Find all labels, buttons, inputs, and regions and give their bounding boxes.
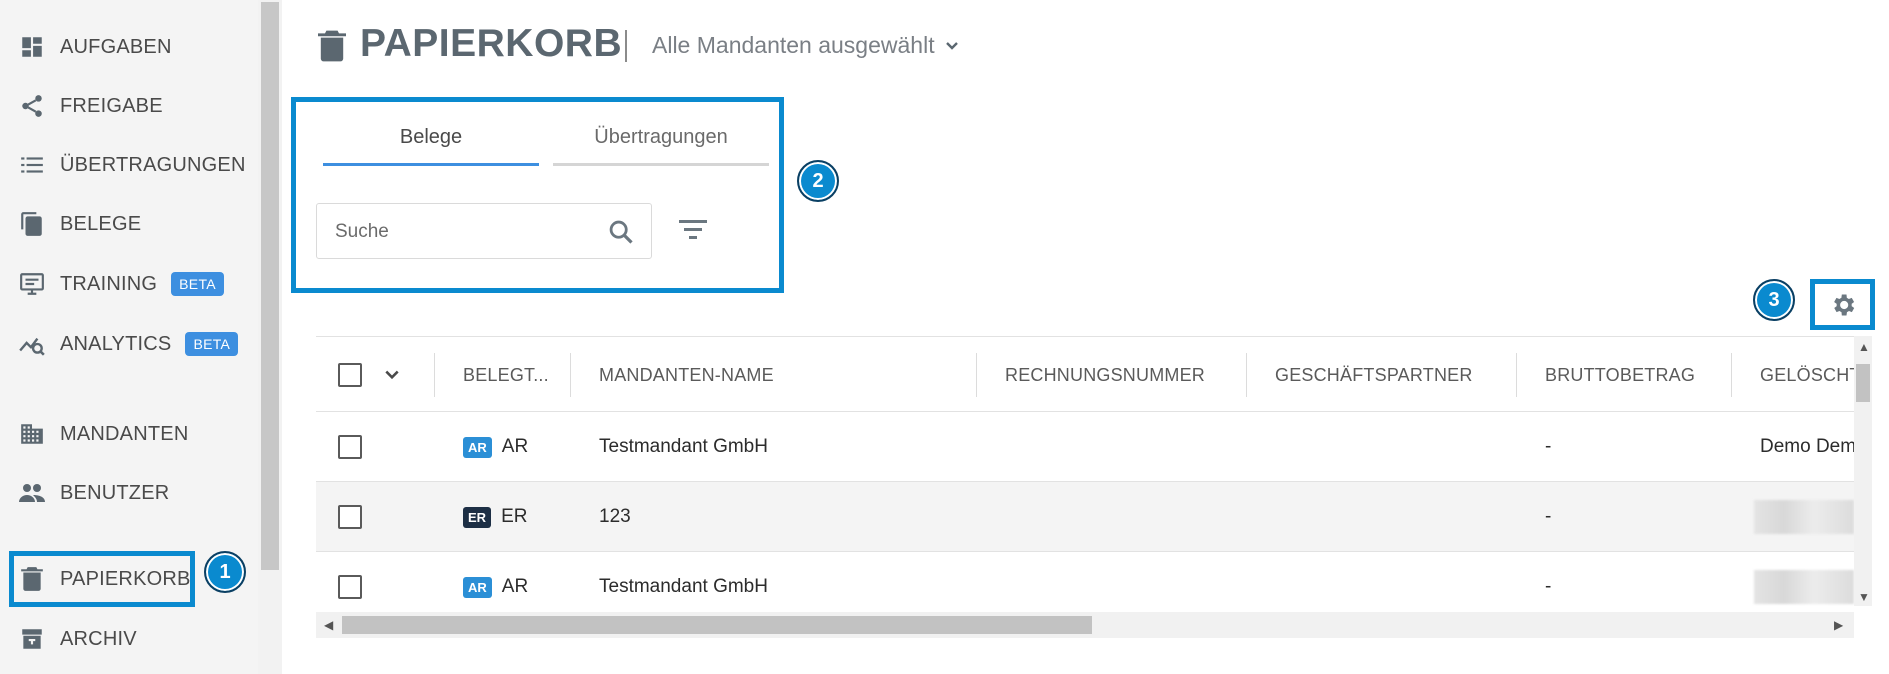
beta-badge: BETA [171,272,224,296]
column-separator[interactable] [570,353,571,397]
sidebar-item-aufgaben[interactable]: AUFGABEN [0,27,250,67]
table-settings-button[interactable] [1810,279,1875,330]
scroll-up-arrow[interactable]: ▲ [1858,340,1870,354]
annotation-badge-3: 3 [1753,279,1795,321]
horizontal-scroll-thumb[interactable] [342,616,1092,634]
mandant-select[interactable]: Alle Mandanten ausgewählt [652,32,959,59]
geloescht-cell-blurred [1754,482,1854,552]
belegtyp-cell: ER ER [463,482,527,552]
trash-icon [318,30,346,62]
bruttobetrag-cell: - [1545,506,1552,527]
bruttobetrag-cell: - [1545,436,1552,457]
sidebar-item-label: AUFGABEN [60,35,172,58]
table-row[interactable]: ER ER 123 - [316,482,1854,552]
header-divider [625,30,627,62]
scroll-down-arrow[interactable]: ▼ [1858,590,1870,604]
column-separator[interactable] [1731,353,1732,397]
annotation-badge-2: 2 [797,160,839,202]
table-header: BELEGT... MANDANTEN-NAME RECHNUNGSNUMMER… [316,336,1854,412]
data-table: BELEGT... MANDANTEN-NAME RECHNUNGSNUMMER… [316,336,1872,638]
sidebar-item-label: BENUTZER [60,481,170,504]
row-checkbox[interactable] [338,412,362,482]
sidebar-item-label: ANALYTICS [60,332,172,355]
sidebar-item-label: ARCHIV [60,627,137,650]
sidebar-item-label: MANDANTEN [60,422,189,445]
type-text: AR [501,576,529,597]
chevron-down-icon [385,370,399,380]
sidebar-item-label: ÜBERTRAGUNGEN [60,153,246,176]
mandant-select-value: Alle Mandanten ausgewählt [652,32,935,58]
sidebar-item-uebertragungen[interactable]: ÜBERTRAGUNGEN [0,145,250,185]
column-separator[interactable] [434,353,435,397]
sidebar-scrollbar-thumb[interactable] [261,2,279,570]
scroll-left-arrow[interactable]: ◀ [324,618,333,632]
users-icon [18,479,46,507]
select-all-checkbox[interactable] [338,337,362,413]
sidebar-item-benutzer[interactable]: BENUTZER [0,473,250,513]
training-icon [18,270,46,298]
mandant-cell: 123 [599,506,631,527]
geloescht-cell: Demo Dem [1760,436,1857,457]
sidebar-item-belege[interactable]: BELEGE [0,204,250,244]
column-header-mandanten-name[interactable]: MANDANTEN-NAME [599,337,774,413]
column-separator[interactable] [1516,353,1517,397]
scroll-right-arrow[interactable]: ▶ [1834,618,1843,632]
share-icon [18,92,46,120]
sidebar-item-freigabe[interactable]: FREIGABE [0,86,250,126]
type-badge: AR [463,576,492,598]
sidebar-scrollbar[interactable] [258,0,282,674]
documents-icon [18,210,46,238]
sidebar-item-label: TRAINING [60,272,158,295]
dashboard-icon [18,33,46,61]
beta-badge: BETA [185,332,239,356]
type-badge: ER [463,506,492,528]
column-separator[interactable] [1246,353,1247,397]
annotation-highlight-papierkorb [9,551,195,607]
column-header-bruttobetrag[interactable]: BRUTTOBETRAG [1545,337,1695,413]
type-badge: AR [463,436,492,458]
archive-icon [18,625,46,653]
column-header-belegtyp[interactable]: BELEGT... [463,337,553,413]
annotation-badge-1: 1 [204,551,246,593]
type-text: ER [501,506,528,527]
type-text: AR [501,436,529,457]
row-checkbox[interactable] [338,482,362,552]
sidebar-item-archiv[interactable]: ARCHIV [0,619,250,659]
column-header-geloescht[interactable]: GELÖSCHT [1760,337,1854,413]
table-vertical-scrollbar[interactable]: ▲ ▼ [1854,336,1872,606]
sidebar-item-analytics[interactable]: ANALYTICS BETA [0,324,250,364]
analytics-icon [18,330,46,358]
sidebar-item-label: BELEGE [60,212,142,235]
column-separator[interactable] [976,353,977,397]
column-header-rechnungsnummer[interactable]: RECHNUNGSNUMMER [1005,337,1205,413]
mandant-cell: Testmandant GmbH [599,436,768,457]
sidebar-item-mandanten[interactable]: MANDANTEN [0,414,250,454]
sidebar-item-label: FREIGABE [60,94,163,117]
vertical-scroll-thumb[interactable] [1856,364,1870,402]
page-title: PAPIERKORB [360,22,623,65]
list-icon [18,151,46,179]
sidebar-item-training[interactable]: TRAINING BETA [0,264,250,304]
table-horizontal-scrollbar[interactable]: ◀ ▶ [316,612,1854,638]
chevron-down-icon [945,41,958,50]
select-options-dropdown[interactable] [384,337,400,413]
gear-icon [1833,294,1854,315]
building-icon [18,420,46,448]
column-header-geschaeftspartner[interactable]: GESCHÄFTSPARTNER [1275,337,1473,413]
belegtyp-cell: AR AR [463,412,528,482]
annotation-highlight-tabs-search [291,97,784,293]
table-row[interactable]: AR AR Testmandant GmbH - Demo Dem [316,412,1857,482]
